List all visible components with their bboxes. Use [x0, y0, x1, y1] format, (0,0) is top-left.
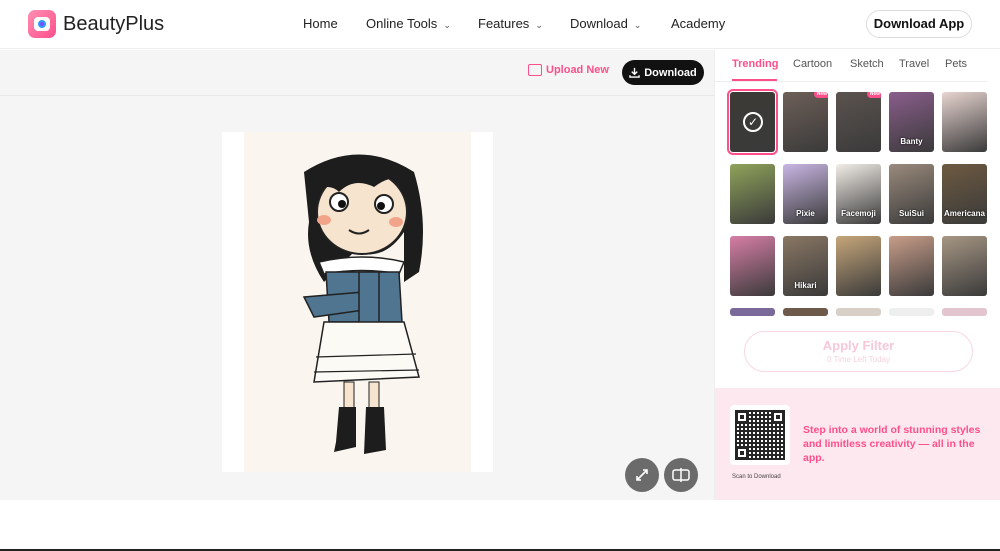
- chevron-down-icon: ⌄: [535, 20, 543, 30]
- filter-thumbnail[interactable]: [730, 308, 775, 316]
- filter-label: Pixie: [796, 209, 815, 218]
- filter-thumbnail[interactable]: [942, 92, 987, 152]
- check-icon: ✓: [743, 112, 763, 132]
- promo-text: Step into a world of stunning styles and…: [803, 424, 981, 464]
- toolbar-divider: [0, 95, 714, 96]
- filter-thumbnail[interactable]: Facemoji: [836, 164, 881, 224]
- expand-icon: [636, 469, 648, 481]
- nav-features[interactable]: Features ⌄: [478, 16, 543, 31]
- filter-thumbnail[interactable]: New: [783, 92, 828, 152]
- download-button[interactable]: Download: [622, 60, 704, 85]
- tab-trending[interactable]: Trending: [732, 58, 778, 70]
- filter-thumbnail[interactable]: [730, 236, 775, 296]
- qr-code: [730, 405, 790, 465]
- apply-filter-button[interactable]: Apply Filter 0 Time Left Today: [744, 331, 973, 372]
- compare-button[interactable]: [664, 458, 698, 492]
- download-app-button[interactable]: Download App: [866, 10, 972, 38]
- download-icon: [629, 67, 640, 78]
- app-promo-banner: Scan to Download Step into a world of st…: [715, 388, 1000, 500]
- filter-thumbnail[interactable]: Pixie: [783, 164, 828, 224]
- scan-to-download-label: Scan to Download: [732, 474, 781, 480]
- filter-thumbnail[interactable]: Banty: [889, 92, 934, 152]
- filter-tabs: Trending Cartoon Sketch Travel Pets: [715, 50, 1000, 82]
- tab-cartoon[interactable]: Cartoon: [793, 58, 832, 70]
- brand-name[interactable]: BeautyPlus: [63, 13, 164, 36]
- nav-home[interactable]: Home: [303, 16, 338, 31]
- filter-thumbnail[interactable]: [889, 308, 934, 316]
- filter-thumbnail[interactable]: ✓: [727, 89, 778, 155]
- new-badge: New: [813, 92, 828, 98]
- filter-label: Banty: [900, 137, 923, 146]
- filter-label: Facemoji: [841, 209, 876, 218]
- filter-thumbnail[interactable]: [783, 308, 828, 316]
- tabs-divider: [715, 81, 987, 82]
- filter-panel: Trending Cartoon Sketch Travel Pets ✓ New…: [714, 50, 1000, 500]
- filter-label: SuiSui: [899, 209, 924, 218]
- filter-thumbnail[interactable]: Hikari: [783, 236, 828, 296]
- cartoon-girl-image: [244, 132, 471, 472]
- compare-icon: [672, 468, 690, 482]
- beautyplus-logo-icon[interactable]: [28, 10, 56, 38]
- filter-label: Hikari: [794, 281, 817, 290]
- nav-academy[interactable]: Academy: [671, 16, 725, 31]
- chevron-down-icon: ⌄: [443, 20, 451, 30]
- tab-travel[interactable]: Travel: [899, 58, 929, 70]
- tab-sketch[interactable]: Sketch: [850, 58, 884, 70]
- upload-new-button[interactable]: Upload New: [528, 64, 609, 76]
- filter-thumbnail[interactable]: Americana: [942, 164, 987, 224]
- filter-thumbnail[interactable]: [836, 308, 881, 316]
- nav-online-tools[interactable]: Online Tools ⌄: [366, 16, 451, 31]
- fullscreen-button[interactable]: [625, 458, 659, 492]
- filter-thumbnail[interactable]: [942, 308, 987, 316]
- filter-thumbnail[interactable]: [836, 236, 881, 296]
- nav-download[interactable]: Download ⌄: [570, 16, 641, 31]
- filter-thumbnail[interactable]: [942, 236, 987, 296]
- image-canvas: [222, 132, 493, 472]
- tab-pets[interactable]: Pets: [945, 58, 967, 70]
- filter-thumbnail[interactable]: [730, 164, 775, 224]
- filter-label: Americana: [944, 209, 985, 218]
- editor-workspace: Upload New Download: [0, 50, 714, 500]
- image-upload-icon: [528, 64, 542, 76]
- new-badge: New: [866, 92, 881, 98]
- filter-thumbnail[interactable]: [889, 236, 934, 296]
- filter-thumbnail[interactable]: SuiSui: [889, 164, 934, 224]
- filter-thumbnail[interactable]: New: [836, 92, 881, 152]
- chevron-down-icon: ⌄: [633, 20, 642, 30]
- top-nav-bar: BeautyPlus Home Online Tools ⌄ Features ⌄ …: [0, 0, 1000, 49]
